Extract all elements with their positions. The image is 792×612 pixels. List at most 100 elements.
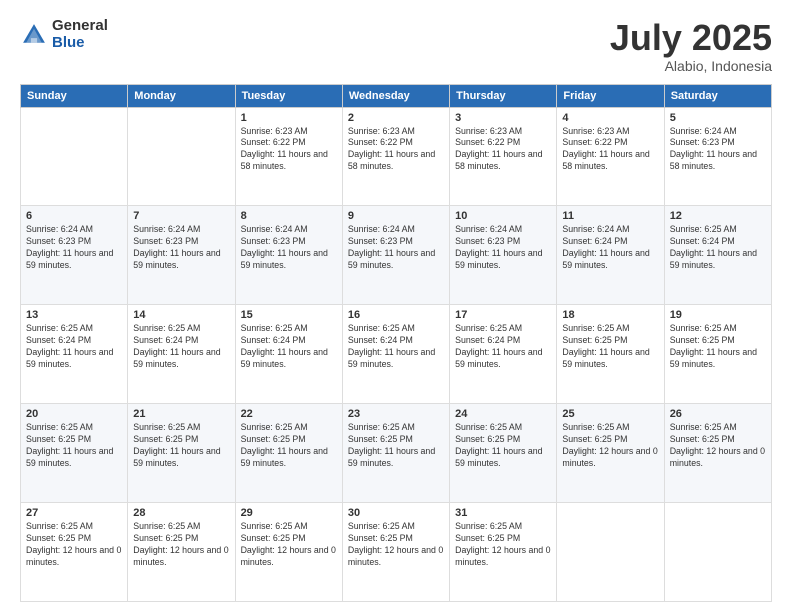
day-number: 5: [670, 112, 766, 124]
calendar-cell: 27 Sunrise: 6:25 AM Sunset: 6:25 PM Dayli…: [21, 503, 128, 602]
day-number: 11: [562, 210, 658, 222]
calendar-cell: 8 Sunrise: 6:24 AM Sunset: 6:23 PM Daylig…: [235, 206, 342, 305]
day-info: Sunrise: 6:25 AM Sunset: 6:25 PM Dayligh…: [26, 422, 122, 470]
day-info: Sunrise: 6:25 AM Sunset: 6:25 PM Dayligh…: [348, 422, 444, 470]
calendar-week-1: 1 Sunrise: 6:23 AM Sunset: 6:22 PM Daylig…: [21, 107, 772, 206]
day-number: 26: [670, 408, 766, 420]
day-info: Sunrise: 6:25 AM Sunset: 6:24 PM Dayligh…: [670, 224, 766, 272]
day-info: Sunrise: 6:24 AM Sunset: 6:23 PM Dayligh…: [133, 224, 229, 272]
day-number: 9: [348, 210, 444, 222]
day-info: Sunrise: 6:25 AM Sunset: 6:25 PM Dayligh…: [133, 521, 229, 569]
calendar-header-monday: Monday: [128, 84, 235, 107]
calendar-cell: 29 Sunrise: 6:25 AM Sunset: 6:25 PM Dayli…: [235, 503, 342, 602]
day-number: 24: [455, 408, 551, 420]
day-number: 29: [241, 507, 337, 519]
day-number: 13: [26, 309, 122, 321]
day-info: Sunrise: 6:25 AM Sunset: 6:25 PM Dayligh…: [562, 323, 658, 371]
calendar-week-5: 27 Sunrise: 6:25 AM Sunset: 6:25 PM Dayli…: [21, 503, 772, 602]
logo-text: General Blue: [52, 18, 108, 51]
calendar-cell: 4Sunrise: 6:23 AM Sunset: 6:22 PM Daylig…: [557, 107, 664, 206]
day-number: 21: [133, 408, 229, 420]
calendar-cell: [128, 107, 235, 206]
day-number: 23: [348, 408, 444, 420]
logo-blue: Blue: [52, 35, 108, 52]
calendar-cell: 15 Sunrise: 6:25 AM Sunset: 6:24 PM Dayli…: [235, 305, 342, 404]
calendar-header-sunday: Sunday: [21, 84, 128, 107]
calendar-cell: 16 Sunrise: 6:25 AM Sunset: 6:24 PM Dayli…: [342, 305, 449, 404]
calendar-week-3: 13 Sunrise: 6:25 AM Sunset: 6:24 PM Dayli…: [21, 305, 772, 404]
calendar-cell: 21 Sunrise: 6:25 AM Sunset: 6:25 PM Dayli…: [128, 404, 235, 503]
calendar-cell: 25Sunrise: 6:25 AM Sunset: 6:25 PM Dayli…: [557, 404, 664, 503]
day-number: 2: [348, 112, 444, 124]
calendar-cell: [664, 503, 771, 602]
calendar-cell: 30Sunrise: 6:25 AM Sunset: 6:25 PM Dayli…: [342, 503, 449, 602]
calendar-cell: 1 Sunrise: 6:23 AM Sunset: 6:22 PM Daylig…: [235, 107, 342, 206]
calendar-cell: 6 Sunrise: 6:24 AM Sunset: 6:23 PM Daylig…: [21, 206, 128, 305]
title-block: July 2025 Alabio, Indonesia: [610, 18, 772, 74]
day-info: Sunrise: 6:24 AM Sunset: 6:23 PM Dayligh…: [670, 126, 766, 174]
calendar-cell: 5 Sunrise: 6:24 AM Sunset: 6:23 PM Daylig…: [664, 107, 771, 206]
day-number: 22: [241, 408, 337, 420]
calendar-header-wednesday: Wednesday: [342, 84, 449, 107]
day-number: 15: [241, 309, 337, 321]
day-info: Sunrise: 6:25 AM Sunset: 6:24 PM Dayligh…: [26, 323, 122, 371]
month-title: July 2025: [610, 18, 772, 58]
logo-icon: [20, 21, 48, 49]
day-info: Sunrise: 6:23 AM Sunset: 6:22 PM Dayligh…: [562, 126, 658, 174]
day-info: Sunrise: 6:25 AM Sunset: 6:25 PM Dayligh…: [562, 422, 658, 470]
day-info: Sunrise: 6:23 AM Sunset: 6:22 PM Dayligh…: [241, 126, 337, 174]
day-info: Sunrise: 6:24 AM Sunset: 6:23 PM Dayligh…: [26, 224, 122, 272]
calendar-week-4: 20 Sunrise: 6:25 AM Sunset: 6:25 PM Dayli…: [21, 404, 772, 503]
day-number: 27: [26, 507, 122, 519]
day-info: Sunrise: 6:25 AM Sunset: 6:25 PM Dayligh…: [133, 422, 229, 470]
calendar-cell: [557, 503, 664, 602]
day-info: Sunrise: 6:25 AM Sunset: 6:24 PM Dayligh…: [241, 323, 337, 371]
page: General Blue July 2025 Alabio, Indonesia…: [0, 0, 792, 612]
calendar-cell: 26 Sunrise: 6:25 AM Sunset: 6:25 PM Dayli…: [664, 404, 771, 503]
day-number: 1: [241, 112, 337, 124]
day-info: Sunrise: 6:23 AM Sunset: 6:22 PM Dayligh…: [348, 126, 444, 174]
calendar-header-row: SundayMondayTuesdayWednesdayThursdayFrid…: [21, 84, 772, 107]
calendar-cell: 24 Sunrise: 6:25 AM Sunset: 6:25 PM Dayli…: [450, 404, 557, 503]
calendar-cell: 19Sunrise: 6:25 AM Sunset: 6:25 PM Dayli…: [664, 305, 771, 404]
day-info: Sunrise: 6:25 AM Sunset: 6:25 PM Dayligh…: [241, 521, 337, 569]
day-number: 31: [455, 507, 551, 519]
day-info: Sunrise: 6:24 AM Sunset: 6:23 PM Dayligh…: [241, 224, 337, 272]
logo-general: General: [52, 18, 108, 35]
day-number: 8: [241, 210, 337, 222]
day-info: Sunrise: 6:25 AM Sunset: 6:25 PM Dayligh…: [455, 422, 551, 470]
day-number: 18: [562, 309, 658, 321]
calendar-cell: 11 Sunrise: 6:24 AM Sunset: 6:24 PM Dayli…: [557, 206, 664, 305]
calendar-cell: 18 Sunrise: 6:25 AM Sunset: 6:25 PM Dayli…: [557, 305, 664, 404]
day-info: Sunrise: 6:25 AM Sunset: 6:25 PM Dayligh…: [670, 422, 766, 470]
calendar-week-2: 6 Sunrise: 6:24 AM Sunset: 6:23 PM Daylig…: [21, 206, 772, 305]
day-number: 30: [348, 507, 444, 519]
calendar-cell: 31 Sunrise: 6:25 AM Sunset: 6:25 PM Dayli…: [450, 503, 557, 602]
day-info: Sunrise: 6:25 AM Sunset: 6:25 PM Dayligh…: [26, 521, 122, 569]
day-number: 28: [133, 507, 229, 519]
day-info: Sunrise: 6:25 AM Sunset: 6:24 PM Dayligh…: [133, 323, 229, 371]
calendar-cell: 20 Sunrise: 6:25 AM Sunset: 6:25 PM Dayli…: [21, 404, 128, 503]
day-number: 16: [348, 309, 444, 321]
day-number: 7: [133, 210, 229, 222]
day-info: Sunrise: 6:24 AM Sunset: 6:24 PM Dayligh…: [562, 224, 658, 272]
day-info: Sunrise: 6:25 AM Sunset: 6:24 PM Dayligh…: [348, 323, 444, 371]
calendar-header-tuesday: Tuesday: [235, 84, 342, 107]
day-number: 12: [670, 210, 766, 222]
day-number: 20: [26, 408, 122, 420]
calendar-cell: 22Sunrise: 6:25 AM Sunset: 6:25 PM Dayli…: [235, 404, 342, 503]
calendar-cell: 7 Sunrise: 6:24 AM Sunset: 6:23 PM Daylig…: [128, 206, 235, 305]
day-info: Sunrise: 6:25 AM Sunset: 6:25 PM Dayligh…: [455, 521, 551, 569]
calendar-cell: 9Sunrise: 6:24 AM Sunset: 6:23 PM Daylig…: [342, 206, 449, 305]
day-number: 6: [26, 210, 122, 222]
calendar-header-saturday: Saturday: [664, 84, 771, 107]
calendar-cell: [21, 107, 128, 206]
day-number: 3: [455, 112, 551, 124]
calendar-cell: 3 Sunrise: 6:23 AM Sunset: 6:22 PM Daylig…: [450, 107, 557, 206]
calendar-header-thursday: Thursday: [450, 84, 557, 107]
calendar-cell: 12 Sunrise: 6:25 AM Sunset: 6:24 PM Dayli…: [664, 206, 771, 305]
day-info: Sunrise: 6:23 AM Sunset: 6:22 PM Dayligh…: [455, 126, 551, 174]
calendar-cell: 2 Sunrise: 6:23 AM Sunset: 6:22 PM Daylig…: [342, 107, 449, 206]
calendar-cell: 13 Sunrise: 6:25 AM Sunset: 6:24 PM Dayli…: [21, 305, 128, 404]
calendar-cell: 14Sunrise: 6:25 AM Sunset: 6:24 PM Dayli…: [128, 305, 235, 404]
